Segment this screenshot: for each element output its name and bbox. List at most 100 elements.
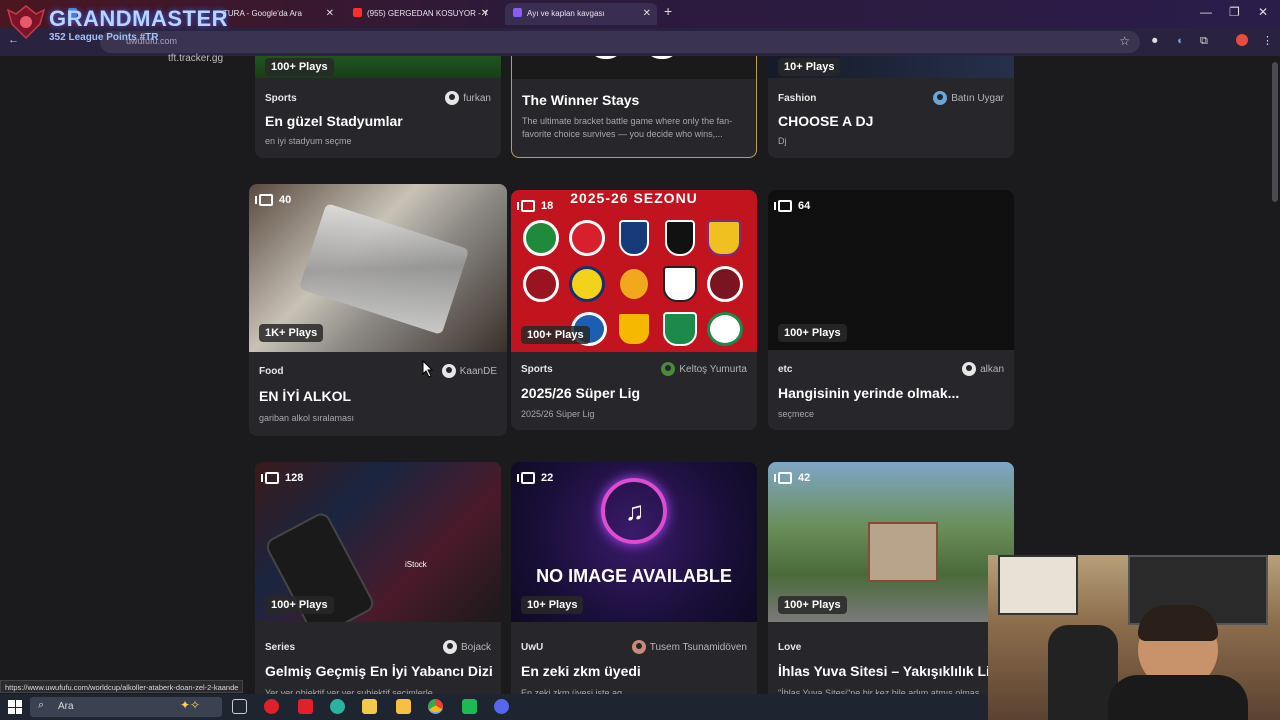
team-logo — [663, 266, 697, 302]
author-name: Batın Uygar — [951, 92, 1004, 104]
app-icon[interactable] — [298, 699, 313, 714]
card-category: Fashion — [778, 93, 817, 104]
card-author: alkan — [962, 362, 1004, 376]
card-author: Keltoş Yumurta — [661, 362, 747, 376]
user-avatar-icon — [445, 91, 460, 105]
tab-active[interactable]: Ayı ve kaplan kavgası ✕ — [505, 3, 657, 25]
count-value: 40 — [279, 194, 292, 206]
tab-label: Ayı ve kaplan kavgası — [527, 9, 605, 18]
user-avatar-icon — [962, 362, 977, 376]
card-title: Gelmiş Geçmiş En İyi Yabancı Dizi — [265, 663, 493, 679]
team-logo — [523, 266, 559, 302]
cards-icon — [517, 200, 535, 212]
item-count: 64 — [774, 200, 811, 212]
glass-shape — [298, 203, 470, 335]
item-count: 128 — [261, 472, 304, 484]
item-count: 40 — [255, 194, 292, 206]
tracker-url: tft.tracker.gg — [168, 53, 224, 64]
sound-icon[interactable]: ◖ — [1176, 35, 1183, 47]
person-body — [1108, 675, 1248, 720]
bookmark-star-icon[interactable]: ☆ — [1119, 34, 1130, 48]
minimize-icon[interactable]: — — [1200, 5, 1212, 19]
card-title: CHOOSE A DJ — [778, 113, 874, 129]
plays-badge: 100+ Plays — [778, 324, 847, 342]
card-category: Sports — [521, 364, 553, 375]
grandmaster-emblem-icon — [6, 5, 46, 40]
card-alcohol[interactable]: 40 1K+ Plays Food KaanDE EN İYİ ALKOL ga… — [249, 184, 507, 436]
team-logo — [619, 220, 649, 256]
count-value: 64 — [798, 200, 811, 212]
plays-badge: 10+ Plays — [521, 596, 584, 614]
item-count: 42 — [774, 472, 810, 484]
card-stadiums[interactable]: 100+ Plays Sports furkan En güzel Stadyu… — [255, 56, 501, 158]
close-icon[interactable]: ✕ — [643, 3, 651, 25]
taskbar-search-input[interactable]: ⌕ Ara ✦✧ — [30, 697, 222, 717]
card-title: Hangisinin yerinde olmak... — [778, 385, 960, 401]
card-zkm[interactable]: ♫ NO IMAGE AVAILABLE 22 10+ Plays UwU Tu… — [511, 462, 757, 696]
cards-icon — [255, 194, 273, 206]
windows-start-icon[interactable] — [8, 700, 22, 714]
card-title: EN İYİ ALKOL — [259, 388, 352, 404]
card-description: seçmece — [778, 409, 815, 419]
card-category: Love — [778, 642, 802, 653]
maximize-icon[interactable]: ❐ — [1229, 5, 1240, 19]
url-field[interactable]: uwufufu.com ☆ — [100, 31, 1140, 53]
card-author: KaanDE — [441, 364, 497, 378]
sparkle-icon: ✦✧ — [180, 698, 201, 712]
discord-icon[interactable] — [494, 699, 509, 714]
building-shape — [868, 522, 938, 582]
card-title: The Winner Stays — [522, 92, 640, 108]
store-icon[interactable] — [362, 699, 377, 714]
task-view-icon[interactable] — [232, 699, 247, 714]
close-icon[interactable]: ✕ — [326, 3, 334, 25]
person-hair — [1138, 605, 1218, 641]
item-count: 22 — [517, 472, 553, 484]
extensions-icon[interactable]: ⧉ — [1200, 35, 1208, 48]
search-placeholder: Ara — [58, 701, 74, 712]
chrome-icon[interactable] — [428, 699, 443, 714]
image-watermark: iStock — [405, 560, 427, 569]
user-avatar-icon — [933, 91, 948, 105]
author-name: Tusem Tsunamidöven — [649, 641, 747, 653]
league-points: 352 League Points #TR — [49, 32, 159, 43]
team-logo — [617, 312, 651, 346]
youtube-icon — [353, 8, 362, 17]
card-category: Food — [259, 366, 284, 377]
profile-avatar[interactable] — [1236, 34, 1248, 46]
card-foreign-series[interactable]: iStock 128 100+ Plays Series Bojack Gelm… — [255, 462, 501, 696]
rank-title: GRANDMASTER — [49, 6, 229, 31]
team-logo — [569, 220, 605, 256]
card-super-lig[interactable]: 2025-26 SEZONU 18 100+ Plays Sports Kelt… — [511, 190, 757, 430]
streamer-webcam — [988, 555, 1280, 720]
card-whose-place[interactable]: 64 100+ Plays etc alkan Hangisinin yerin… — [768, 190, 1014, 430]
plays-badge: 100+ Plays — [521, 326, 590, 344]
scrollbar-thumb[interactable] — [1272, 62, 1278, 202]
tab-youtube[interactable]: (955) GERGEDAN KOSUYOR - Y ✕ — [345, 3, 495, 25]
edge-icon[interactable] — [330, 699, 345, 714]
author-name: KaanDE — [459, 365, 497, 377]
opera-icon[interactable] — [264, 699, 279, 714]
logo-shape — [646, 56, 678, 59]
close-icon[interactable]: ✕ — [481, 3, 489, 25]
new-tab-button[interactable]: + — [664, 3, 672, 19]
close-window-icon[interactable]: ✕ — [1258, 5, 1268, 19]
plays-badge: 100+ Plays — [265, 596, 334, 614]
item-count: 18 — [517, 200, 553, 212]
author-name: alkan — [980, 363, 1004, 375]
status-url-tooltip: https://www.uwufufu.com/worldcup/alkolle… — [0, 680, 244, 693]
user-avatar-icon — [441, 364, 456, 378]
app-icon[interactable] — [462, 699, 477, 714]
card-title: 2025/26 Süper Lig — [521, 385, 641, 401]
card-winner-stays[interactable]: The Winner Stays The ultimate bracket ba… — [511, 56, 757, 158]
folder-icon[interactable] — [396, 699, 411, 714]
logo-shape — [590, 56, 622, 59]
card-dj[interactable]: 10+ Plays Fashion Batın Uygar CHOOSE A D… — [768, 56, 1014, 158]
plays-badge: 10+ Plays — [778, 58, 841, 76]
page-scrollbar[interactable] — [1270, 56, 1280, 556]
camera-icon[interactable]: ⏺ — [1152, 35, 1158, 48]
card-thumbnail — [512, 56, 756, 79]
count-value: 128 — [285, 472, 304, 484]
menu-dots-icon[interactable]: ⋮ — [1262, 34, 1273, 47]
card-ihlas-yuva[interactable]: 42 100+ Plays Love İhlas Yuva Sitesi – Y… — [768, 462, 1014, 696]
card-description: The ultimate bracket battle game where o… — [522, 116, 733, 139]
